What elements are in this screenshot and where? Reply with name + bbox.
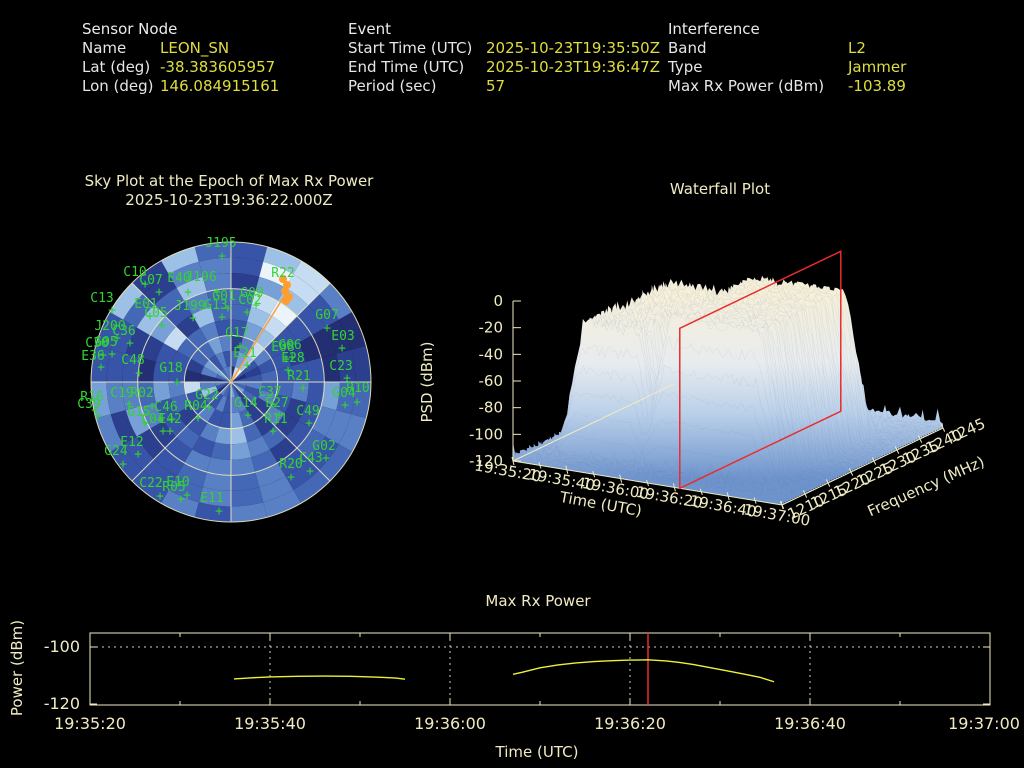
satellite-label: J195: [205, 236, 236, 251]
satellite-label: E21: [233, 346, 256, 361]
satellite-label: G14: [234, 396, 258, 411]
satellite-label: C05: [144, 306, 167, 321]
psd-tick-label: -100: [469, 425, 503, 443]
satellite-label: C48: [121, 353, 144, 368]
max-power-blob: [282, 297, 290, 305]
satellite-label: G07: [315, 308, 338, 323]
satellite-label: J196: [185, 270, 216, 285]
max-rx-power-plot: -100 -12019:35:20 19:35:40 19:36:00 19:36:20…: [8, 592, 1020, 761]
satellite-label: R11: [264, 412, 287, 427]
satellite-label: C39: [77, 397, 100, 412]
satellite-marker: +: [135, 366, 143, 381]
psd-tick-label: 0: [493, 292, 503, 310]
psd-axis-label: PSD (dBm): [418, 341, 436, 422]
satellite-label: R02: [130, 386, 153, 401]
satellite-label: C02: [238, 293, 261, 308]
satellite-marker: +: [184, 285, 192, 300]
satellite-label: E27: [265, 396, 288, 411]
satellite-marker: +: [323, 321, 331, 336]
power-xtick-label: 19:36:20: [594, 714, 666, 733]
sky-plot: +J195+C10+C07+E40+J196 R22+C13+G01+E01+C0…: [77, 172, 375, 523]
satellite-label: C23: [329, 359, 352, 374]
freq-tick-label: 1245: [946, 414, 988, 446]
power-xtick-label: 19:37:00: [948, 714, 1020, 733]
power-axes: [89, 632, 991, 706]
sky-plot-title: Sky Plot at the Epoch of Max Rx Power: [85, 172, 375, 190]
plot-border: [89, 632, 991, 706]
waterfall-plot: 0-20-40-60-80-100-120PSD (dBm)19:35:2019…: [418, 180, 988, 530]
satellite-label: G24: [104, 444, 128, 459]
power-curve: [233, 675, 406, 680]
power-curve: [512, 659, 775, 683]
sky-plot-subtitle: 2025-10-23T19:36:22.000Z: [125, 191, 332, 209]
plots-canvas: +J195+C10+C07+E40+J196 R22+C13+G01+E01+C0…: [8, 172, 1020, 761]
satellite-label: E28: [281, 351, 304, 366]
satellite-label: G04: [332, 386, 356, 401]
satellite-label: R21: [287, 369, 310, 384]
satellite-marker: +: [306, 464, 314, 479]
power-xtick-label: 19:36:40: [774, 714, 846, 733]
satellite-label: E11: [200, 491, 223, 506]
power-xtick-label: 19:35:40: [234, 714, 306, 733]
satellite-label: C13: [90, 291, 113, 306]
psd-tick-label: -20: [479, 319, 504, 337]
power-xaxis-label: Time (UTC): [495, 743, 579, 761]
satellite-label: J199: [174, 299, 205, 314]
satellite-label: G17: [225, 326, 248, 341]
satellite-marker: +: [215, 504, 223, 519]
satellite-label: E42: [158, 412, 181, 427]
satellite-marker: +: [119, 457, 127, 472]
satellite-label: C22: [139, 476, 162, 491]
power-title: Max Rx Power: [485, 592, 591, 610]
satellite-label: G13: [204, 298, 227, 313]
psd-tick-label: -80: [479, 399, 504, 417]
satellite-label: C43: [299, 451, 322, 466]
satellite-label: R20: [279, 457, 302, 472]
power-yaxis-label: Power (dBm): [8, 620, 26, 716]
power-ytick-label: -100: [44, 637, 80, 656]
satellite-label: R05: [162, 480, 185, 495]
satellite-marker: +: [218, 249, 226, 264]
satellite-label: R22: [271, 266, 294, 281]
satellite-label: G18: [159, 361, 182, 376]
satellite-marker: +: [173, 375, 181, 390]
satellite-label: E36: [81, 349, 104, 364]
psd-tick-label: -60: [479, 372, 504, 390]
satellite-label: G22: [195, 388, 218, 403]
psd-tick-label: -40: [479, 345, 504, 363]
waterfall-title: Waterfall Plot: [670, 180, 770, 198]
power-ytick-label: -120: [44, 694, 80, 713]
satellite-label: C07: [139, 273, 162, 288]
satellite-label: C49: [296, 404, 319, 419]
satellite-label: E03: [331, 329, 354, 344]
satellite-marker: +: [287, 470, 295, 485]
power-xtick-label: 19:35:20: [54, 714, 126, 733]
power-xtick-label: 19:36:00: [414, 714, 486, 733]
